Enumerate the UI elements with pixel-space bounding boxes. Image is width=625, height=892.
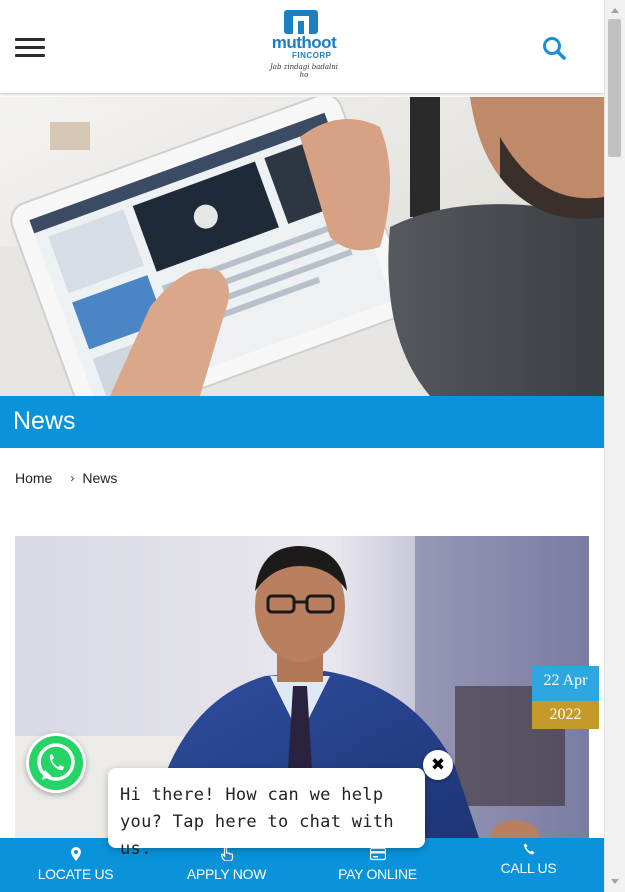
chat-prompt-text: Hi there! How can we help you? Tap here … xyxy=(120,785,394,859)
page-scrollbar[interactable] xyxy=(604,0,625,892)
hamburger-menu-icon[interactable] xyxy=(15,38,45,58)
breadcrumb-home-link[interactable]: Home xyxy=(15,470,52,486)
scrollbar-thumb[interactable] xyxy=(608,19,621,157)
breadcrumb-current: News xyxy=(82,470,118,486)
whatsapp-chat-icon[interactable] xyxy=(26,733,86,793)
chevron-right-icon: › xyxy=(70,471,75,485)
pay-online-label: PAY ONLINE xyxy=(338,866,417,882)
logo-tagline: Jab zindagi badalni ho xyxy=(269,63,338,79)
article-date-day: 22 Apr xyxy=(532,666,599,701)
page-title: News xyxy=(13,407,76,435)
page-viewport: muthoot FINCORP Jab zindagi badalni ho N… xyxy=(0,0,604,892)
logo-mark-icon xyxy=(284,10,318,34)
chat-prompt-bubble[interactable]: Hi there! How can we help you? Tap here … xyxy=(108,768,425,859)
phone-icon xyxy=(523,843,534,855)
logo-brand-text: muthoot xyxy=(271,33,337,52)
call-us-label: CALL US xyxy=(500,860,557,876)
site-header: muthoot FINCORP Jab zindagi badalni ho xyxy=(0,0,604,94)
breadcrumb: Home › News xyxy=(15,470,117,486)
close-icon[interactable]: ✖ xyxy=(423,750,453,780)
location-pin-icon xyxy=(70,847,81,861)
scroll-up-arrow-icon[interactable] xyxy=(611,8,619,13)
hero-banner-image xyxy=(0,97,604,396)
search-icon[interactable] xyxy=(541,35,569,63)
locate-us-label: LOCATE US xyxy=(37,866,114,882)
scroll-down-arrow-icon[interactable] xyxy=(611,879,619,884)
logo-sub-text: FINCORP xyxy=(292,51,332,60)
muthoot-fincorp-logo[interactable]: muthoot FINCORP Jab zindagi badalni ho xyxy=(262,8,342,79)
article-date-badge: 22 Apr 2022 xyxy=(532,666,599,729)
page-title-bar: News xyxy=(0,396,604,448)
apply-now-label: APPLY NOW xyxy=(186,866,267,882)
article-date-year: 2022 xyxy=(532,701,599,729)
call-us-button[interactable]: CALL US xyxy=(453,838,604,892)
